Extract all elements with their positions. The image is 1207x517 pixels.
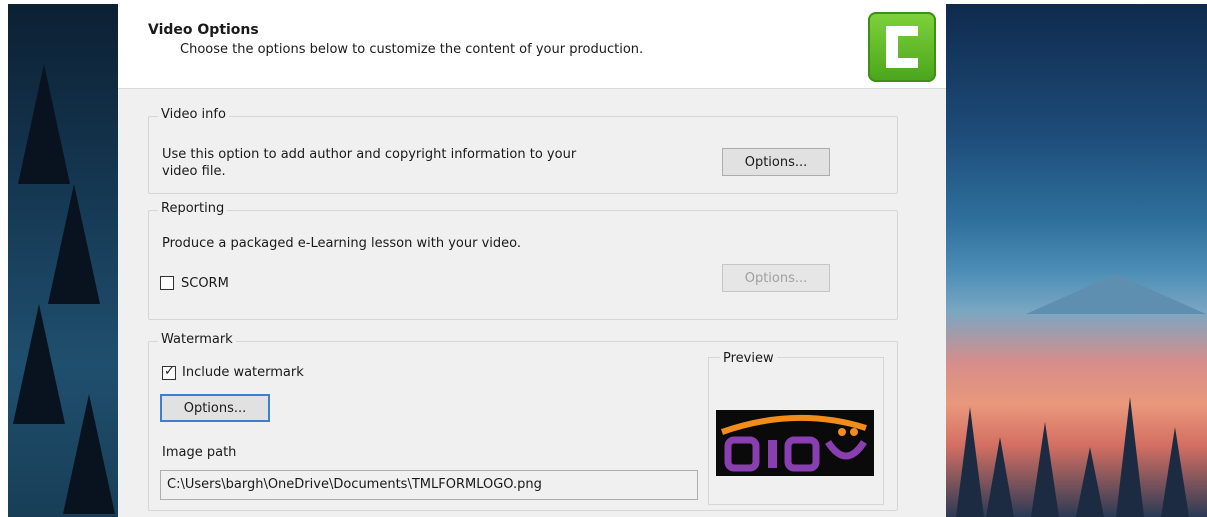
page-title: Video Options bbox=[148, 22, 259, 38]
video-info-legend: Video info bbox=[158, 107, 229, 122]
include-watermark-checkbox[interactable]: ✓ bbox=[162, 364, 176, 380]
reporting-description: Produce a packaged e-Learning lesson wit… bbox=[162, 236, 521, 251]
video-info-description-line2: video file. bbox=[162, 164, 226, 179]
watermark-options-button[interactable]: Options... bbox=[160, 394, 270, 422]
checkmark-icon: ✓ bbox=[164, 364, 175, 379]
preview-label: Preview bbox=[720, 350, 777, 367]
image-path-label: Image path bbox=[162, 445, 237, 460]
include-watermark-label: Include watermark bbox=[182, 365, 304, 380]
scorm-label: SCORM bbox=[181, 276, 229, 291]
scorm-checkbox[interactable] bbox=[160, 276, 174, 290]
video-info-description-line1: Use this option to add author and copyri… bbox=[162, 147, 577, 162]
video-info-options-button[interactable]: Options... bbox=[722, 148, 830, 176]
reporting-legend: Reporting bbox=[158, 201, 228, 216]
reporting-options-button[interactable]: Options... bbox=[722, 264, 830, 292]
dialog-header: Video Options Choose the options below t… bbox=[118, 4, 946, 89]
page-subtitle: Choose the options below to customize th… bbox=[180, 42, 644, 57]
image-path-field[interactable]: C:\Users\bargh\OneDrive\Documents\TMLFOR… bbox=[160, 470, 698, 500]
desktop-wallpaper-left bbox=[8, 4, 118, 517]
watermark-preview-image bbox=[716, 410, 874, 476]
desktop-wallpaper-right bbox=[946, 4, 1207, 517]
camtasia-logo-icon bbox=[868, 12, 936, 82]
watermark-legend: Watermark bbox=[158, 332, 236, 347]
video-options-dialog: Video Options Choose the options below t… bbox=[118, 4, 946, 517]
